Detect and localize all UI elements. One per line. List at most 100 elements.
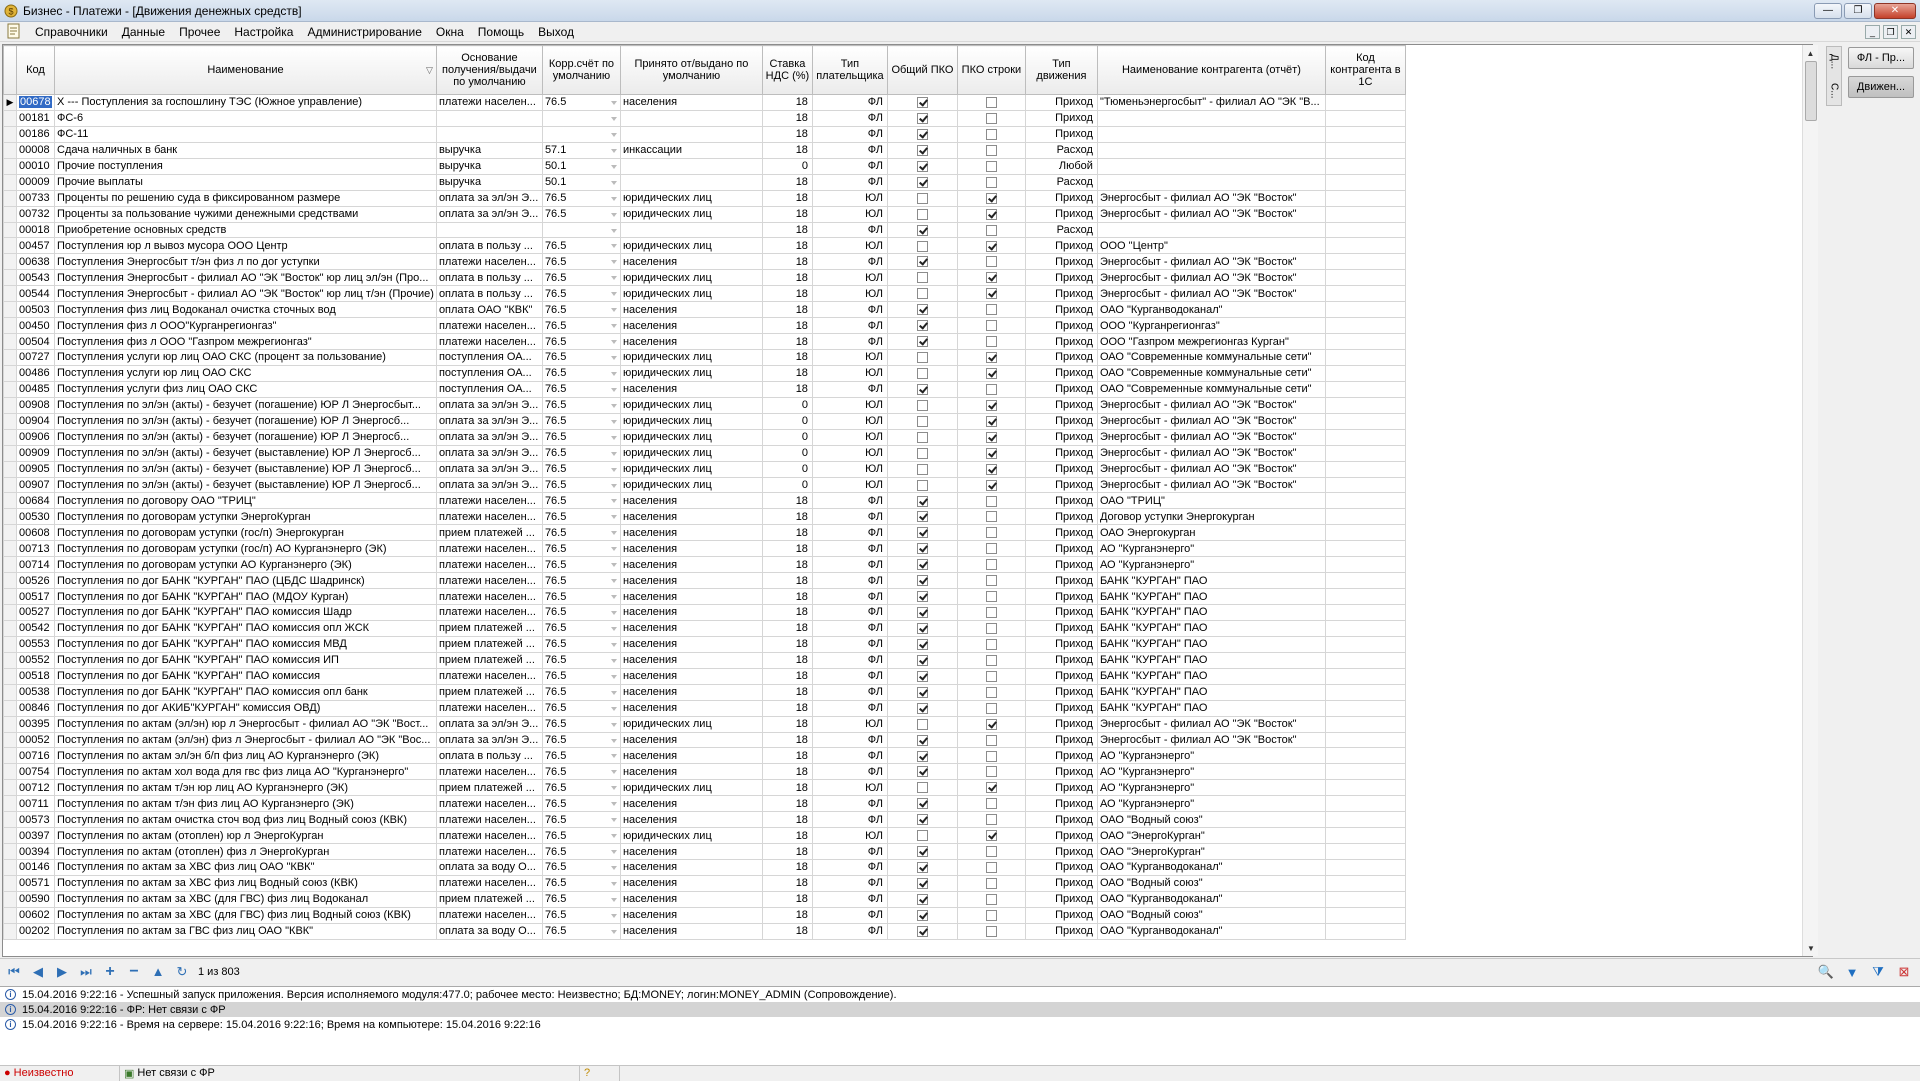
cell-common-pko[interactable] — [886, 811, 958, 829]
checkbox[interactable] — [985, 304, 997, 316]
cell-from[interactable]: населения — [619, 301, 763, 319]
checkbox[interactable] — [916, 766, 928, 778]
cell-from[interactable]: населения — [619, 811, 763, 829]
cell-basis[interactable]: прием платежей ... — [435, 619, 543, 637]
row-indicator[interactable] — [3, 588, 17, 605]
cell-pko-lines[interactable] — [956, 301, 1026, 319]
cell-code-1c[interactable] — [1324, 460, 1406, 478]
cell-name[interactable]: Поступления услуги юр лиц ОАО СКС — [54, 364, 437, 382]
cell-pko-lines[interactable] — [956, 683, 1026, 701]
cell-code-1c[interactable] — [1324, 859, 1406, 876]
cell-pko-lines[interactable] — [956, 285, 1026, 303]
checkbox[interactable] — [985, 909, 997, 921]
cell-name[interactable]: Проценты по решению суда в фиксированном… — [54, 189, 437, 207]
cell-basis[interactable]: платежи населен... — [435, 492, 543, 510]
cell-counterparty[interactable] — [1096, 109, 1326, 127]
cell-vat[interactable]: 18 — [761, 205, 813, 223]
cell-from[interactable]: населения — [619, 317, 763, 335]
table-row[interactable]: 00146 Поступления по актам за ХВС физ лиц… — [3, 859, 1406, 876]
checkbox[interactable] — [985, 336, 997, 348]
cell-account[interactable]: 76.5 — [541, 524, 621, 542]
row-indicator[interactable] — [3, 811, 17, 829]
cell-vat[interactable]: 0 — [761, 412, 813, 430]
cell-code[interactable]: 00713 — [16, 540, 55, 558]
cell-movement-type[interactable]: Расход — [1024, 173, 1098, 191]
cell-basis[interactable]: прием платежей ... — [435, 524, 543, 542]
cell-vat[interactable]: 18 — [761, 651, 813, 669]
cell-name[interactable]: Поступления физ л ООО "Газпром межрегион… — [54, 333, 437, 350]
checkbox[interactable] — [985, 830, 997, 842]
cell-vat[interactable]: 18 — [761, 779, 813, 797]
cell-common-pko[interactable] — [886, 922, 958, 940]
checkbox[interactable] — [916, 479, 928, 491]
cell-name[interactable]: Поступления по актам (эл/эн) физ л Энерг… — [54, 731, 437, 749]
cell-movement-type[interactable]: Приход — [1024, 237, 1098, 255]
cell-code[interactable]: 00010 — [16, 157, 55, 175]
row-indicator[interactable] — [3, 763, 17, 781]
cell-from[interactable]: населения — [619, 380, 763, 398]
cell-movement-type[interactable]: Приход — [1024, 396, 1098, 414]
cell-code[interactable]: 00457 — [16, 237, 55, 255]
checkbox[interactable] — [985, 527, 997, 539]
cell-from[interactable]: населения — [619, 859, 763, 876]
cell-vat[interactable]: 18 — [761, 125, 813, 143]
cell-counterparty[interactable]: Энергосбыт - филиал АО "ЭК "Восток" — [1096, 715, 1326, 733]
table-row[interactable]: 00503 Поступления физ лиц Водоканал очист… — [3, 301, 1406, 319]
cell-basis[interactable]: оплата за эл/эн Э... — [435, 189, 543, 207]
cell-name[interactable]: Поступления по дог БАНК "КУРГАН" ПАО ком… — [54, 635, 437, 653]
cell-movement-type[interactable]: Приход — [1024, 556, 1098, 574]
cell-vat[interactable]: 18 — [761, 173, 813, 191]
row-indicator[interactable] — [3, 125, 17, 143]
cell-code[interactable]: 00590 — [16, 890, 55, 908]
cell-counterparty[interactable]: ОАО Энергокурган — [1096, 524, 1326, 542]
table-row[interactable]: 00052 Поступления по актам (эл/эн) физ л … — [3, 731, 1406, 749]
cell-account[interactable]: 76.5 — [541, 333, 621, 350]
cell-movement-type[interactable]: Приход — [1024, 540, 1098, 558]
cell-common-pko[interactable] — [886, 747, 958, 765]
cell-movement-type[interactable]: Приход — [1024, 125, 1098, 143]
cell-pko-lines[interactable] — [956, 731, 1026, 749]
cell-common-pko[interactable] — [886, 317, 958, 335]
row-indicator[interactable] — [3, 874, 17, 892]
cell-name[interactable]: Прочие выплаты — [54, 173, 437, 191]
cell-account[interactable]: 76.5 — [541, 556, 621, 574]
cell-code-1c[interactable] — [1324, 890, 1406, 908]
cell-basis[interactable]: платежи населен... — [435, 699, 543, 717]
row-indicator[interactable] — [3, 221, 17, 239]
cell-basis[interactable]: выручка — [435, 157, 543, 175]
table-row[interactable]: 00394 Поступления по актам (отоплен) физ … — [3, 843, 1406, 860]
cell-code[interactable]: 00608 — [16, 524, 55, 542]
cell-common-pko[interactable] — [886, 572, 958, 590]
cell-payer-type[interactable]: ФЛ — [811, 157, 888, 175]
cell-vat[interactable]: 18 — [761, 221, 813, 239]
cell-basis[interactable] — [435, 109, 543, 127]
cell-code-1c[interactable] — [1324, 317, 1406, 335]
cell-counterparty[interactable]: Энергосбыт - филиал АО "ЭК "Восток" — [1096, 412, 1326, 430]
cell-name[interactable]: Поступления физ л ООО"Курганрегионгаз" — [54, 317, 437, 335]
checkbox[interactable] — [985, 288, 997, 300]
cell-account[interactable]: 50.1 — [541, 173, 621, 191]
checkbox[interactable] — [985, 878, 997, 889]
cell-basis[interactable]: поступления ОА... — [435, 364, 543, 382]
cell-account[interactable]: 76.5 — [541, 285, 621, 303]
menu-prochee[interactable]: Прочее — [172, 25, 227, 39]
cell-name[interactable]: ФС-6 — [54, 109, 437, 127]
cell-from[interactable]: юридических лиц — [619, 364, 763, 382]
table-row[interactable]: 00733 Проценты по решению суда в фиксиров… — [3, 189, 1406, 207]
table-row[interactable]: 00517 Поступления по дог БАНК "КУРГАН" ПА… — [3, 588, 1406, 605]
cell-counterparty[interactable]: ООО "Курганрегионгаз" — [1096, 317, 1326, 335]
checkbox[interactable] — [985, 638, 997, 650]
cell-payer-type[interactable]: ЮЛ — [811, 237, 888, 255]
table-row[interactable]: 00714 Поступления по договорам уступки АО… — [3, 556, 1406, 574]
cell-name[interactable]: Поступления по актам за ХВС (для ГВС) фи… — [54, 906, 437, 924]
table-row[interactable]: 00571 Поступления по актам за ХВС физ лиц… — [3, 874, 1406, 892]
cell-counterparty[interactable] — [1096, 125, 1326, 143]
cell-pko-lines[interactable] — [956, 588, 1026, 605]
checkbox[interactable] — [985, 256, 997, 268]
cell-name[interactable]: Поступления по договорам уступки АО Кург… — [54, 556, 437, 574]
row-indicator[interactable] — [3, 922, 17, 940]
cell-account[interactable]: 76.5 — [541, 922, 621, 940]
checkbox[interactable] — [985, 925, 997, 937]
cell-payer-type[interactable]: ФЛ — [811, 173, 888, 191]
cell-name[interactable]: Поступления услуги физ лиц ОАО СКС — [54, 380, 437, 398]
